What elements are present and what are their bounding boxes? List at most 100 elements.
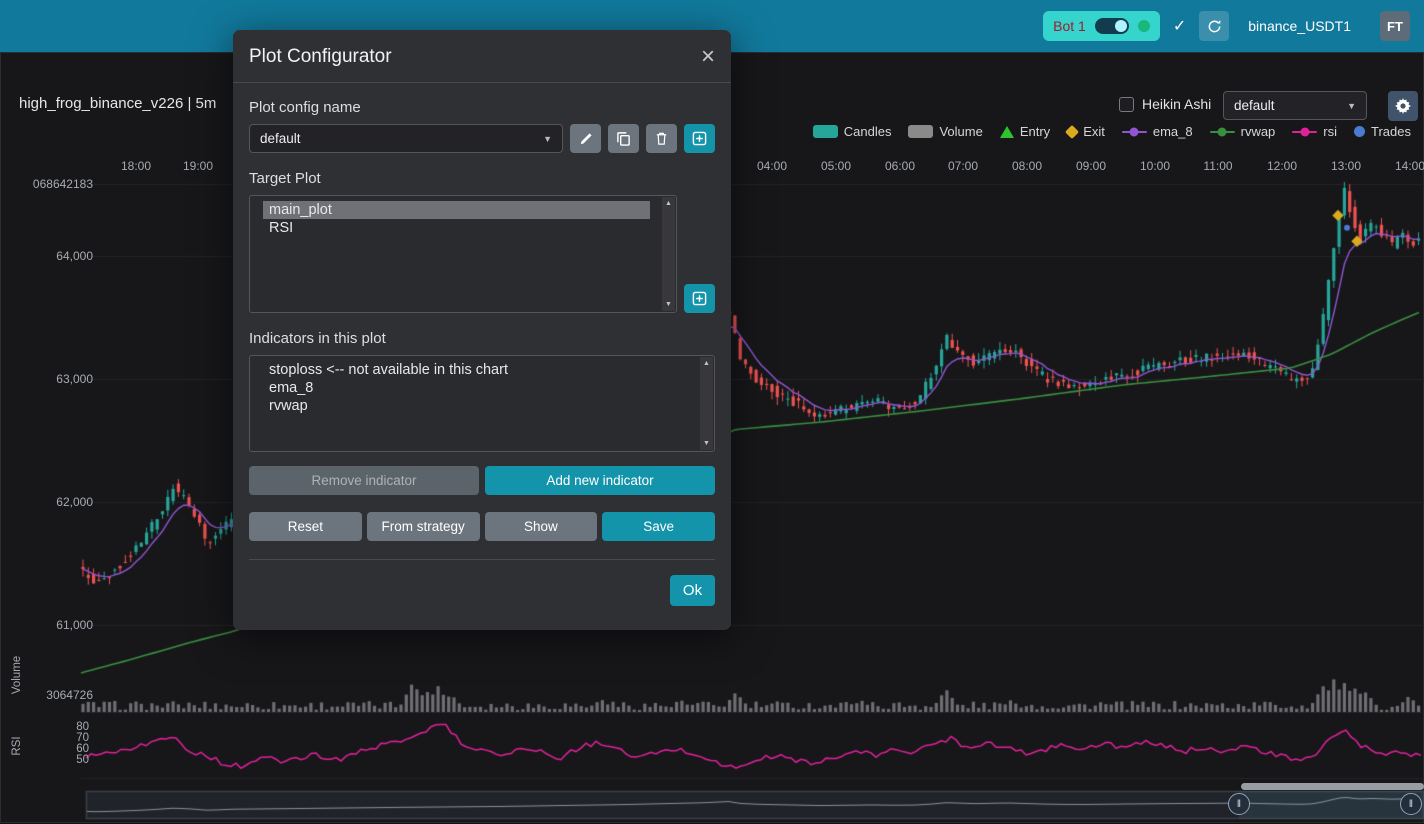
plot-settings-button[interactable] xyxy=(1388,91,1418,121)
heikin-ashi-label: Heikin Ashi xyxy=(1142,96,1211,112)
target-plot-item[interactable]: main_plot xyxy=(263,201,650,219)
legend-label: rvwap xyxy=(1241,124,1276,139)
scroll-down-icon[interactable]: ▼ xyxy=(703,440,710,447)
x-axis-tick: 18:00 xyxy=(121,159,151,173)
x-axis-tick: 10:00 xyxy=(1140,159,1170,173)
plus-square-icon xyxy=(692,131,707,146)
plot-config-select[interactable]: default ▼ xyxy=(1223,91,1367,120)
bot-selector[interactable]: Bot 1 xyxy=(1043,11,1160,41)
chevron-down-icon: ▼ xyxy=(543,134,552,144)
x-axis-tick: 11:00 xyxy=(1203,159,1232,173)
datazoom-left-handle[interactable]: ‖ xyxy=(1228,793,1250,815)
trash-icon xyxy=(654,131,669,146)
y-axis-tick: 63,000 xyxy=(1,372,93,386)
horizontal-scrollbar-thumb[interactable] xyxy=(1241,783,1424,790)
legend-label: Entry xyxy=(1020,124,1050,139)
legend-item-Candles[interactable]: Candles xyxy=(813,124,892,139)
indicators-label: Indicators in this plot xyxy=(249,330,715,347)
Entry-marker xyxy=(1000,126,1014,138)
check-icon: ✓ xyxy=(1173,16,1186,36)
plus-square-icon xyxy=(692,291,707,306)
legend-item-rsi[interactable]: rsi xyxy=(1292,124,1337,139)
target-plot-list[interactable]: main_plotRSI ▲ ▼ xyxy=(249,195,677,313)
list-scrollbar[interactable]: ▲ ▼ xyxy=(700,357,713,450)
chevron-down-icon: ▼ xyxy=(1347,101,1356,111)
x-axis-tick: 12:00 xyxy=(1267,159,1297,173)
legend-item-rvwap[interactable]: rvwap xyxy=(1210,124,1276,139)
Volume-marker xyxy=(908,125,933,138)
pencil-icon xyxy=(579,132,593,146)
freqtrade-logo[interactable]: FT xyxy=(1380,11,1410,41)
legend-item-Volume[interactable]: Volume xyxy=(908,124,982,139)
scroll-up-icon[interactable]: ▲ xyxy=(703,360,710,367)
copy-icon xyxy=(616,131,631,146)
config-name-value: default xyxy=(260,131,301,146)
rsi-marker xyxy=(1292,131,1317,133)
x-axis-tick: 13:00 xyxy=(1331,159,1361,173)
indicator-item[interactable]: stoploss <-- not available in this chart xyxy=(263,361,688,379)
Exit-marker xyxy=(1065,124,1079,138)
y-axis-tick: 64,000 xyxy=(1,249,93,263)
legend-item-Trades[interactable]: Trades xyxy=(1354,124,1411,139)
target-plot-label: Target Plot xyxy=(249,170,715,187)
list-scrollbar[interactable]: ▲ ▼ xyxy=(662,197,675,311)
close-icon[interactable]: × xyxy=(701,45,715,69)
volume-axis-title: Volume xyxy=(11,656,23,694)
x-axis-tick: 04:00 xyxy=(757,159,787,173)
legend-label: ema_8 xyxy=(1153,124,1193,139)
save-button[interactable]: Save xyxy=(602,512,715,541)
remove-indicator-button[interactable]: Remove indicator xyxy=(249,466,479,495)
legend-item-Exit[interactable]: Exit xyxy=(1067,124,1105,139)
indicator-item[interactable]: rvwap xyxy=(263,397,688,415)
legend-label: rsi xyxy=(1323,124,1337,139)
pair-label: binance_USDT1 xyxy=(1248,18,1351,34)
ok-button[interactable]: Ok xyxy=(670,575,715,606)
chart-title: high_frog_binance_v226 | 5m xyxy=(19,95,216,112)
indicator-item[interactable]: ema_8 xyxy=(263,379,688,397)
legend-label: Trades xyxy=(1371,124,1411,139)
scroll-up-icon[interactable]: ▲ xyxy=(665,200,672,207)
add-new-indicator-button[interactable]: Add new indicator xyxy=(485,466,715,495)
duplicate-config-button[interactable] xyxy=(608,124,639,153)
edit-config-button[interactable] xyxy=(570,124,601,153)
y-axis-tick: 62,000 xyxy=(1,495,93,509)
legend-label: Volume xyxy=(939,124,982,139)
legend-item-ema_8[interactable]: ema_8 xyxy=(1122,124,1193,139)
legend-item-Entry[interactable]: Entry xyxy=(1000,124,1050,139)
indicator-list[interactable]: stoploss <-- not available in this chart… xyxy=(249,355,715,452)
y-axis-tick: 61,000 xyxy=(1,618,93,632)
config-name-select[interactable]: default ▼ xyxy=(249,124,563,153)
add-target-plot-button[interactable] xyxy=(684,284,715,313)
reload-button[interactable] xyxy=(1199,11,1229,41)
plot-config-name-label: Plot config name xyxy=(249,99,715,116)
x-axis-tick: 05:00 xyxy=(821,159,851,173)
plot-configurator-dialog: Plot Configurator × Plot config name def… xyxy=(233,30,731,630)
delete-config-button[interactable] xyxy=(646,124,677,153)
add-config-button[interactable] xyxy=(684,124,715,153)
show-button[interactable]: Show xyxy=(485,512,598,541)
dialog-title: Plot Configurator xyxy=(249,46,392,68)
from-strategy-button[interactable]: From strategy xyxy=(367,512,480,541)
x-axis-tick: 19:00 xyxy=(183,159,213,173)
x-axis-tick: 08:00 xyxy=(1012,159,1042,173)
ema_8-marker xyxy=(1122,131,1147,133)
legend-label: Exit xyxy=(1083,124,1105,139)
x-axis-tick: 06:00 xyxy=(885,159,915,173)
datazoom-right-handle[interactable]: ‖ xyxy=(1400,793,1422,815)
reset-button[interactable]: Reset xyxy=(249,512,362,541)
bot-toggle[interactable] xyxy=(1095,18,1129,34)
plot-config-value: default xyxy=(1234,98,1275,113)
rsi-axis-title: RSI xyxy=(11,736,23,755)
x-axis-tick: 14:00 xyxy=(1395,159,1424,173)
x-axis-tick: 07:00 xyxy=(948,159,978,173)
y-axis-tick: 068642183 xyxy=(1,177,93,191)
rsi-axis-tick: 50 xyxy=(1,754,89,766)
refresh-icon xyxy=(1207,19,1222,34)
chart-legend: Candles Volume Entry Exit ema_8 rvwap rsi Trade… xyxy=(813,124,1411,139)
heikin-ashi-checkbox[interactable] xyxy=(1119,97,1134,112)
gear-icon xyxy=(1395,98,1411,114)
Trades-marker xyxy=(1354,126,1365,137)
bot-online-dot xyxy=(1138,20,1150,32)
scroll-down-icon[interactable]: ▼ xyxy=(665,301,672,308)
target-plot-item[interactable]: RSI xyxy=(263,219,650,237)
